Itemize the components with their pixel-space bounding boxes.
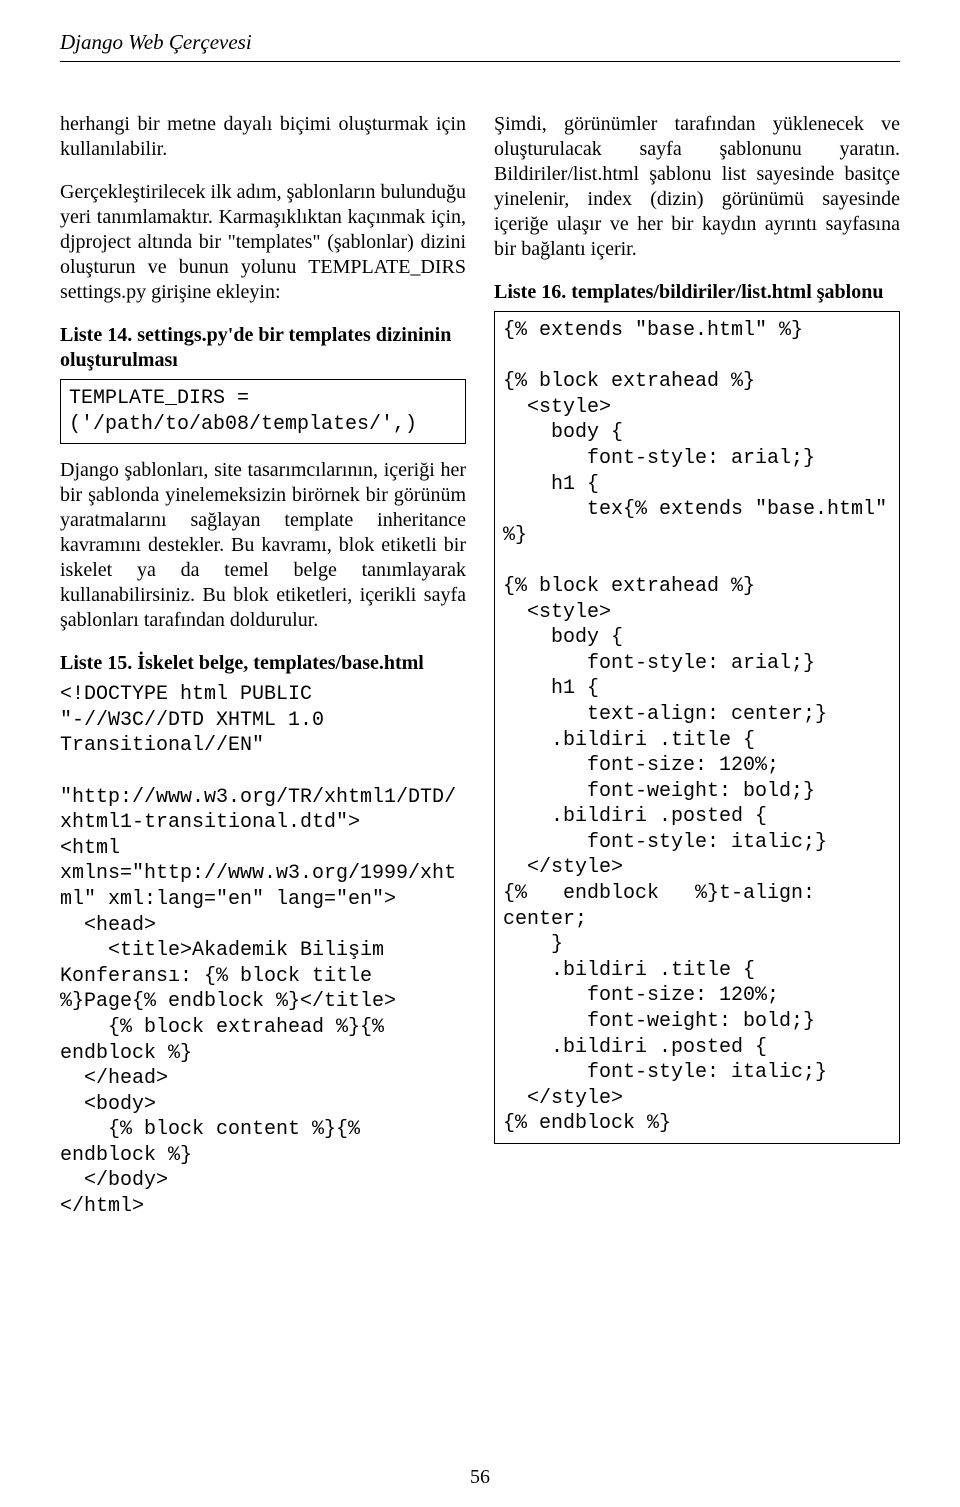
listing-16-title: Liste 16. templates/bildiriler/list.html… — [494, 280, 900, 305]
running-header: Django Web Çerçevesi — [60, 30, 900, 55]
body-paragraph: Gerçekleştirilecek ilk adım, şablonların… — [60, 180, 466, 305]
code-listing-16: {% extends "base.html" %} {% block extra… — [494, 311, 900, 1144]
body-paragraph: Şimdi, görünümler tarafından yüklenecek … — [494, 112, 900, 262]
code-listing-14: TEMPLATE_DIRS = ('/path/to/ab08/template… — [60, 379, 466, 444]
right-column: Şimdi, görünümler tarafından yüklenecek … — [494, 112, 900, 1220]
header-rule — [60, 61, 900, 62]
code-listing-15: <!DOCTYPE html PUBLIC "-//W3C//DTD XHTML… — [60, 682, 466, 1219]
body-paragraph: herhangi bir metne dayalı biçimi oluştur… — [60, 112, 466, 162]
body-paragraph: Django şablonları, site tasarımcılarının… — [60, 458, 466, 633]
page-number: 56 — [470, 1466, 490, 1489]
listing-15-title: Liste 15. İskelet belge, templates/base.… — [60, 651, 466, 676]
two-column-layout: herhangi bir metne dayalı biçimi oluştur… — [60, 112, 900, 1220]
left-column: herhangi bir metne dayalı biçimi oluştur… — [60, 112, 466, 1220]
listing-14-title: Liste 14. settings.py'de bir templates d… — [60, 323, 466, 373]
